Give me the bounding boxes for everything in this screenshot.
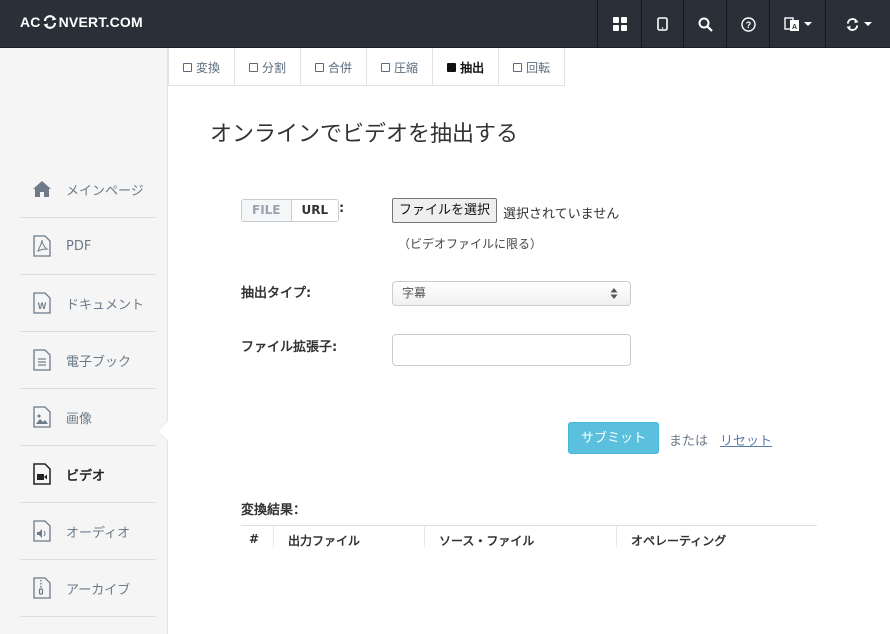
help-icon: ?: [740, 16, 756, 32]
sidebar-item-video[interactable]: ビデオ: [20, 446, 156, 503]
submit-button[interactable]: サブミット: [568, 422, 659, 454]
sidebar-item-label: ビデオ: [66, 468, 106, 484]
checkbox-icon: [315, 62, 325, 72]
logo-text-end: NVERT.COM: [58, 14, 143, 30]
sidebar-item-label: 画像: [66, 411, 93, 427]
tab-label: 圧縮: [394, 60, 419, 75]
checkbox-icon: [381, 62, 391, 72]
extract-type-label: 抽出タイプ:: [241, 286, 312, 301]
sidebar-item-label: メインページ: [66, 183, 144, 199]
grid-menu-button[interactable]: [597, 0, 641, 48]
search-button[interactable]: [683, 0, 726, 48]
file-status-text: 選択されていません: [503, 207, 620, 222]
category-sidebar: メインページ PDF W ドキュメント 電子ブック 画像 ビデオ オーディオ ア…: [0, 48, 168, 634]
sidebar-item-image[interactable]: 画像: [20, 389, 156, 446]
svg-text:A: A: [791, 24, 796, 31]
image-file-icon: [30, 405, 54, 429]
extension-input[interactable]: [392, 334, 631, 366]
reset-link[interactable]: リセット: [720, 430, 772, 449]
sidebar-item-label: オーディオ: [66, 525, 131, 541]
tab-label: 抽出: [460, 60, 485, 75]
tab-label: 分割: [262, 60, 287, 75]
sidebar-item-audio[interactable]: オーディオ: [20, 503, 156, 560]
tab-compress[interactable]: 圧縮: [367, 48, 434, 86]
column-separator: [616, 525, 617, 547]
word-file-icon: W: [30, 291, 54, 315]
converter-dropdown[interactable]: [825, 0, 890, 48]
svg-text:W: W: [38, 301, 47, 311]
audio-file-icon: [30, 519, 54, 543]
ebook-file-icon: [30, 348, 54, 372]
site-logo[interactable]: AC NVERT.COM: [20, 14, 143, 30]
home-icon: [30, 177, 54, 201]
sidebar-item-label: アーカイブ: [66, 582, 131, 598]
checkbox-icon: [513, 62, 523, 72]
tab-merge[interactable]: 合併: [301, 48, 368, 86]
sidebar-item-archive[interactable]: アーカイブ: [20, 560, 156, 617]
grid-icon: [612, 17, 627, 31]
extension-label: ファイル拡張子:: [241, 340, 338, 355]
checkbox-filled-icon: [447, 62, 457, 72]
sidebar-item-label: PDF: [66, 238, 92, 254]
sidebar-item-label: ドキュメント: [66, 297, 145, 313]
source-type-toggle: FILE URL: [241, 199, 340, 222]
top-navbar: AC NVERT.COM ? A: [0, 0, 890, 48]
active-indicator: [158, 421, 168, 441]
search-icon: [698, 17, 713, 32]
tool-tabs: 変換 分割 合併 圧縮 抽出 回転: [168, 48, 566, 86]
column-header-source: ソース・ファイル: [439, 534, 535, 548]
choose-file-button[interactable]: ファイルを選択: [392, 198, 498, 223]
tab-split[interactable]: 分割: [235, 48, 302, 86]
source-file-option[interactable]: FILE: [242, 200, 292, 221]
source-url-option[interactable]: URL: [291, 200, 339, 221]
tab-label: 変換: [196, 60, 221, 75]
language-dropdown[interactable]: A: [769, 0, 825, 48]
checkbox-icon: [249, 62, 259, 72]
archive-file-icon: [30, 576, 54, 600]
or-text: または: [669, 434, 709, 449]
chevron-down-icon: [803, 22, 812, 26]
help-button[interactable]: ?: [726, 0, 769, 48]
navbar-icon-group: ? A: [597, 0, 890, 48]
tab-label: 回転: [526, 60, 551, 75]
page-title: オンラインでビデオを抽出する: [210, 122, 519, 147]
extract-type-select[interactable]: 字幕: [392, 281, 631, 306]
results-divider: [241, 525, 817, 526]
tab-rotate[interactable]: 回転: [499, 48, 566, 86]
sidebar-item-label: 電子ブック: [66, 354, 132, 370]
language-icon: A: [783, 17, 799, 31]
tab-extract[interactable]: 抽出: [433, 48, 500, 86]
select-arrows-icon: [610, 288, 618, 299]
sidebar-item-pdf[interactable]: PDF: [20, 218, 156, 275]
sidebar-item-home[interactable]: メインページ: [20, 161, 156, 218]
results-title: 変換結果：: [241, 503, 307, 518]
column-header-output: 出力ファイル: [288, 534, 361, 548]
logo-sync-icon: [43, 15, 57, 29]
logo-text-start: AC: [20, 14, 41, 30]
tab-label: 合併: [328, 60, 353, 75]
video-file-icon: [30, 462, 54, 486]
column-header-operation: オペレーティング: [631, 534, 727, 548]
chevron-down-icon: [863, 22, 872, 26]
pdf-file-icon: [30, 234, 54, 258]
column-separator: [273, 525, 274, 547]
source-colon: :: [339, 201, 345, 216]
checkbox-icon: [183, 62, 192, 72]
mobile-view-button[interactable]: [641, 0, 683, 48]
sync-icon: [845, 17, 859, 31]
extract-type-value: 字幕: [402, 286, 427, 300]
tablet-icon: [657, 17, 668, 31]
column-header-index: #: [249, 532, 260, 546]
sidebar-item-document[interactable]: W ドキュメント: [20, 275, 156, 332]
sidebar-item-ebook[interactable]: 電子ブック: [20, 332, 156, 389]
file-hint-text: （ビデオファイルに限る）: [398, 237, 543, 251]
column-separator: [424, 525, 425, 547]
svg-text:?: ?: [745, 20, 751, 30]
tab-convert[interactable]: 変換: [168, 48, 236, 86]
